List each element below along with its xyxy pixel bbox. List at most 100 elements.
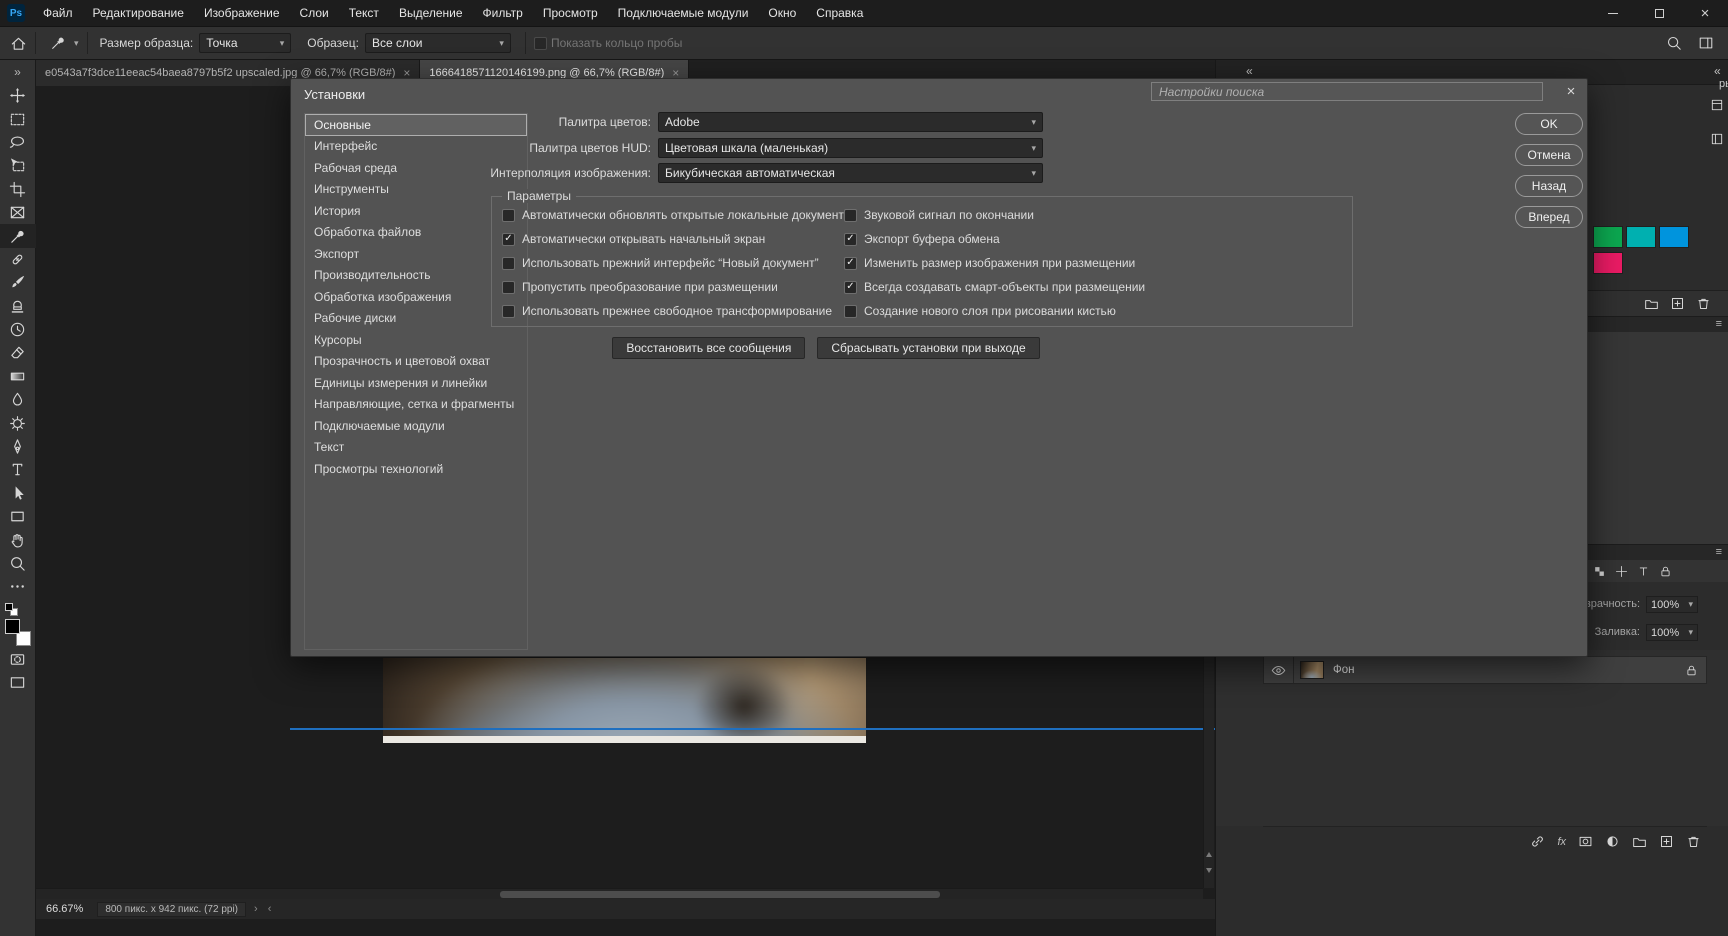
lock-position-icon[interactable]	[1615, 565, 1628, 578]
preferences-category[interactable]: Подключаемые модули	[305, 415, 527, 437]
workspace-icon[interactable]	[1698, 35, 1714, 51]
blur-tool[interactable]	[0, 388, 36, 411]
tools-panel-collapse-icon[interactable]	[0, 60, 35, 84]
color-swatch[interactable]	[1593, 252, 1623, 274]
reset-all-messages-button[interactable]: Восстановить все сообщения	[612, 337, 806, 359]
preference-checkbox[interactable]	[844, 304, 857, 318]
new-layer-icon[interactable]	[1659, 834, 1674, 849]
reset-preferences-on-quit-button[interactable]: Сбрасывать установки при выходе	[817, 337, 1040, 359]
preference-option-row[interactable]: Использовать прежнее свободное трансформ…	[502, 299, 852, 323]
move-tool[interactable]	[0, 84, 36, 107]
menu-item[interactable]: Слои	[290, 0, 339, 26]
adjustment-layer-icon[interactable]	[1605, 834, 1620, 849]
maximize-button[interactable]	[1636, 0, 1682, 26]
preference-option-row[interactable]: Автоматически обновлять открытые локальн…	[502, 203, 852, 227]
forward-button[interactable]: Вперед	[1515, 206, 1583, 228]
panel-tab-clipped[interactable]: ры	[1719, 78, 1728, 90]
preference-option-row[interactable]: Пропустить преобразование при размещении	[502, 275, 852, 299]
default-colors-icon[interactable]	[4, 602, 18, 616]
color-picker-select[interactable]: Adobe	[658, 112, 1043, 132]
background-lock-icon[interactable]	[1685, 664, 1698, 677]
home-button[interactable]	[10, 35, 27, 52]
hand-tool[interactable]	[0, 528, 36, 551]
tool-preset-picker[interactable]	[50, 35, 79, 51]
lock-transparency-icon[interactable]	[1593, 565, 1606, 578]
document-image[interactable]	[383, 658, 866, 743]
foreground-color-swatch[interactable]	[4, 618, 20, 634]
cancel-button[interactable]: Отмена	[1515, 144, 1583, 166]
preferences-category[interactable]: Единицы измерения и линейки	[305, 372, 527, 394]
new-swatch-icon[interactable]	[1670, 296, 1685, 311]
menu-item[interactable]: Фильтр	[473, 0, 533, 26]
menu-item[interactable]: Выделение	[389, 0, 473, 26]
opacity-value[interactable]: 100%	[1646, 596, 1698, 613]
panel-menu-icon[interactable]	[1716, 318, 1722, 330]
preference-option-row[interactable]: Автоматически открывать начальный экран	[502, 227, 852, 251]
fill-value[interactable]: 100%	[1646, 624, 1698, 641]
healing-brush-tool[interactable]	[0, 248, 36, 271]
scroll-down-icon[interactable]	[1206, 868, 1212, 873]
rectangle-tool[interactable]	[0, 505, 36, 528]
clone-stamp-tool[interactable]	[0, 295, 36, 318]
foreground-background-colors[interactable]	[4, 618, 31, 646]
delete-layer-icon[interactable]	[1686, 834, 1701, 849]
preference-checkbox[interactable]	[844, 280, 857, 294]
history-brush-tool[interactable]	[0, 318, 36, 341]
back-button[interactable]: Назад	[1515, 175, 1583, 197]
color-swatch[interactable]	[1659, 226, 1689, 248]
add-mask-icon[interactable]	[1578, 834, 1593, 849]
preference-option-row[interactable]: Использовать прежний интерфейс “Новый до…	[502, 251, 852, 275]
color-swatch[interactable]	[1626, 226, 1656, 248]
frame-tool[interactable]	[0, 201, 36, 224]
preference-option-row[interactable]: Изменить размер изображения при размещен…	[844, 251, 1145, 275]
dodge-tool[interactable]	[0, 411, 36, 434]
preference-checkbox[interactable]	[502, 208, 515, 222]
layer-thumbnail[interactable]	[1300, 661, 1324, 679]
lock-type-icon[interactable]	[1637, 565, 1650, 578]
status-chevron-right-icon[interactable]	[254, 903, 258, 915]
quick-mask-button[interactable]	[0, 648, 36, 671]
dialog-close-icon[interactable]	[1561, 82, 1581, 100]
brush-tool[interactable]	[0, 271, 36, 294]
menu-item[interactable]: Изображение	[194, 0, 290, 26]
color-swatch[interactable]	[1593, 226, 1623, 248]
preferences-category[interactable]: Направляющие, сетка и фрагменты	[305, 394, 527, 416]
preference-checkbox[interactable]	[502, 304, 515, 318]
ok-button[interactable]: OK	[1515, 113, 1583, 135]
pen-tool[interactable]	[0, 435, 36, 458]
scroll-up-icon[interactable]	[1206, 852, 1212, 857]
type-tool[interactable]	[0, 458, 36, 481]
menu-item[interactable]: Просмотр	[533, 0, 608, 26]
preference-checkbox[interactable]	[502, 256, 515, 270]
preference-checkbox[interactable]	[844, 232, 857, 246]
eyedropper-tool[interactable]	[0, 224, 36, 248]
image-interpolation-select[interactable]: Бикубическая автоматическая	[658, 163, 1043, 183]
layer-name[interactable]: Фон	[1333, 664, 1685, 676]
preference-option-row[interactable]: Создание нового слоя при рисовании кисть…	[844, 299, 1145, 323]
layers-panel-menu-icon[interactable]	[1716, 546, 1722, 558]
menu-item[interactable]: Текст	[339, 0, 389, 26]
preference-checkbox[interactable]	[844, 256, 857, 270]
lock-all-icon[interactable]	[1659, 565, 1672, 578]
collapsed-panel-icon[interactable]	[1710, 132, 1724, 146]
layer-visibility-toggle[interactable]	[1264, 657, 1294, 683]
eraser-tool[interactable]	[0, 341, 36, 364]
preference-checkbox[interactable]	[502, 232, 515, 246]
zoom-tool[interactable]	[0, 552, 36, 575]
menu-item[interactable]: Окно	[758, 0, 806, 26]
horizontal-scrollbar[interactable]	[36, 888, 1203, 899]
delete-swatch-icon[interactable]	[1696, 296, 1711, 311]
preferences-category[interactable]: Просмотры технологий	[305, 458, 527, 480]
hud-color-picker-select[interactable]: Цветовая шкала (маленькая)	[658, 138, 1043, 158]
menu-item[interactable]: Подключаемые модули	[608, 0, 759, 26]
edit-toolbar-button[interactable]	[0, 575, 36, 598]
show-sampling-ring-checkbox[interactable]	[533, 36, 547, 50]
object-selection-tool[interactable]	[0, 154, 36, 177]
crop-tool[interactable]	[0, 178, 36, 201]
new-group-icon[interactable]	[1632, 834, 1647, 849]
sample-size-select[interactable]: Точка	[199, 33, 292, 53]
menu-item[interactable]: Файл	[33, 0, 83, 26]
preferences-search-input[interactable]	[1151, 82, 1543, 101]
marquee-tool[interactable]	[0, 107, 36, 130]
screen-mode-button[interactable]	[0, 671, 36, 694]
